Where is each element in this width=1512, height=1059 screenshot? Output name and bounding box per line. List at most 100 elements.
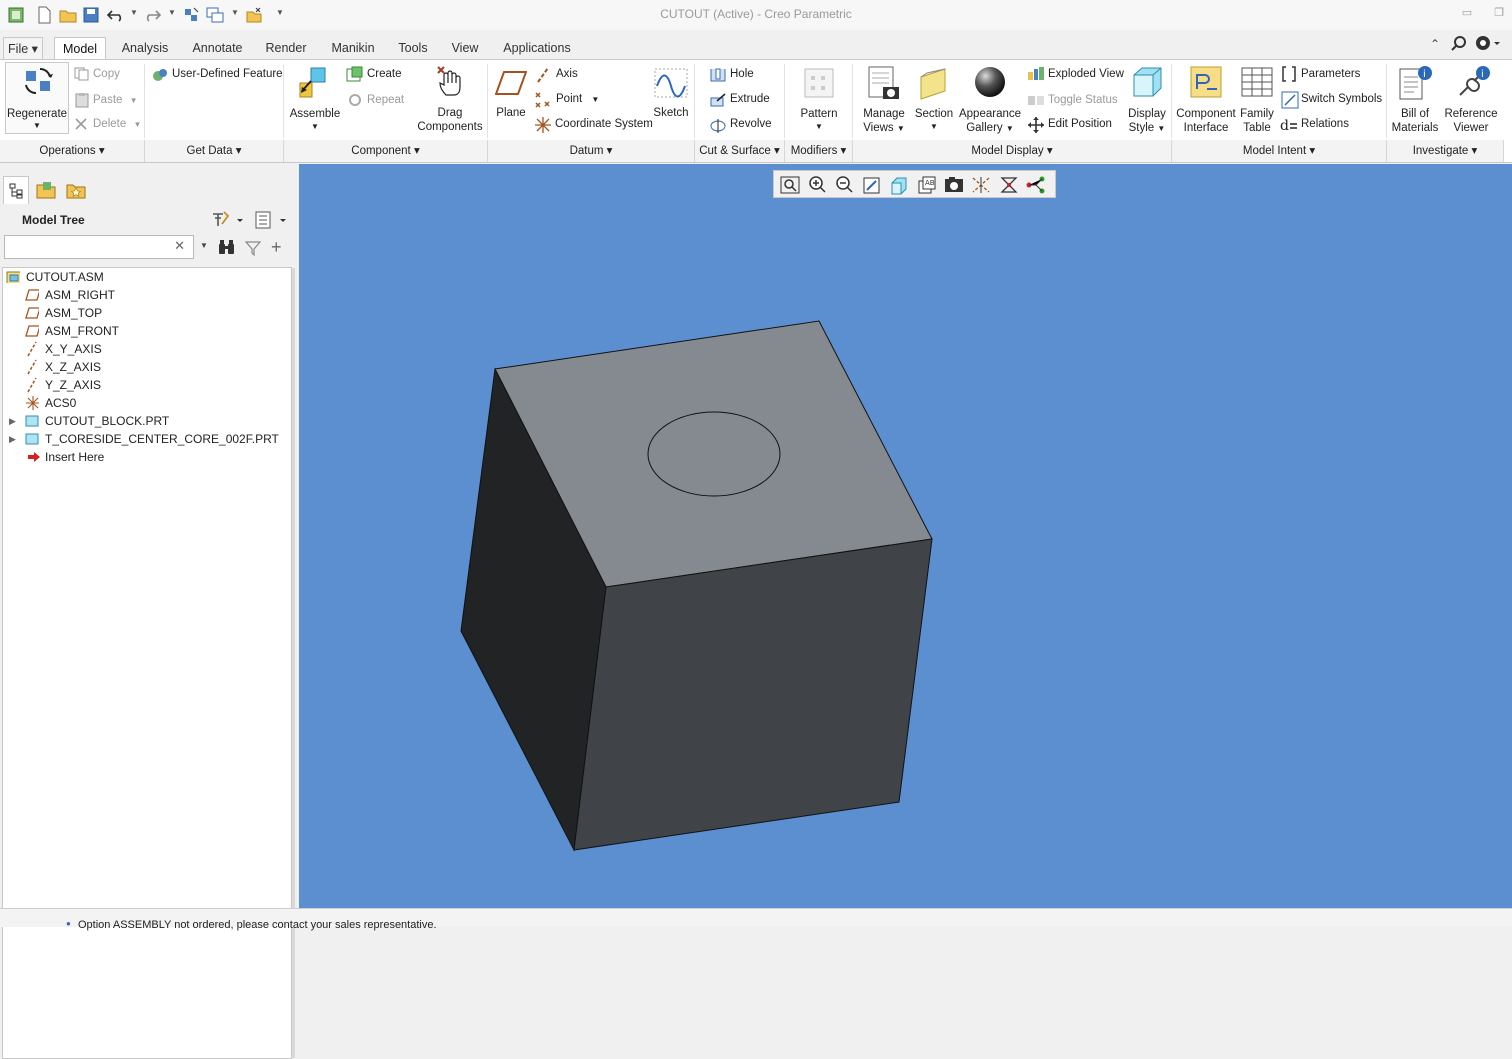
- tab-view[interactable]: View: [443, 37, 487, 60]
- tab-tools[interactable]: Tools: [390, 37, 436, 60]
- filter-icon[interactable]: [244, 240, 262, 259]
- coordinate-system-icon: [535, 117, 551, 133]
- minimize-icon[interactable]: ▭: [1458, 6, 1476, 22]
- tree-scrollbar[interactable]: [292, 268, 295, 1058]
- hole-button[interactable]: Hole: [730, 68, 754, 80]
- revolve-icon: [710, 119, 726, 133]
- family-table-button[interactable]: Family Table: [1238, 62, 1276, 134]
- section-button[interactable]: Section ▼: [912, 62, 956, 134]
- folder-browser-icon: [36, 182, 56, 199]
- axis-button[interactable]: Axis: [556, 68, 578, 80]
- extrude-button[interactable]: Extrude: [730, 93, 770, 105]
- create-icon: [346, 66, 363, 82]
- drag-components-button[interactable]: Drag Components: [416, 62, 484, 134]
- separator: [144, 64, 145, 138]
- regenerate-dropdown-icon[interactable]: ▼: [6, 119, 68, 133]
- relations-button[interactable]: Relations: [1301, 118, 1349, 130]
- assemble-dropdown-icon[interactable]: ▼: [288, 120, 342, 134]
- copy-icon: [74, 67, 89, 81]
- plane-icon: [495, 71, 527, 95]
- component-interface-icon: [1190, 66, 1222, 98]
- group-model-intent[interactable]: Model Intent ▾: [1172, 140, 1387, 162]
- delete-button[interactable]: Delete ▼: [93, 118, 141, 130]
- separator: [1171, 64, 1172, 138]
- group-datum[interactable]: Datum ▾: [488, 140, 695, 162]
- clear-search-icon[interactable]: ✕: [174, 238, 185, 254]
- drag-hand-icon: [437, 66, 461, 96]
- status-message: Option ASSEMBLY not ordered, please cont…: [78, 919, 437, 931]
- restore-icon[interactable]: ❐: [1490, 6, 1508, 22]
- exploded-view-button[interactable]: Exploded View: [1048, 68, 1124, 80]
- toggle-status-icon: [1028, 96, 1044, 105]
- edit-position-button[interactable]: Edit Position: [1048, 118, 1112, 130]
- paste-button[interactable]: Paste ▼: [93, 94, 138, 106]
- section-dropdown-icon[interactable]: ▼: [912, 120, 956, 134]
- favorites-tab[interactable]: [63, 177, 89, 203]
- expand-icon[interactable]: ▶: [9, 412, 16, 430]
- create-button[interactable]: Create: [367, 68, 402, 80]
- tab-model[interactable]: Model: [54, 37, 106, 60]
- relations-icon: d: [1280, 118, 1297, 133]
- datum-axis-icon: [27, 359, 37, 375]
- regenerate-button[interactable]: Regenerate ▼: [5, 62, 69, 134]
- minimize-ribbon-icon[interactable]: ⌃: [1430, 37, 1440, 51]
- manage-views-button[interactable]: Manage Views ▼: [858, 62, 910, 134]
- pattern-button[interactable]: Pattern ▼: [796, 62, 842, 134]
- display-style-button[interactable]: Display Style ▼: [1124, 62, 1170, 134]
- point-button[interactable]: Point ▼: [556, 93, 599, 105]
- group-operations[interactable]: Operations ▾: [0, 140, 145, 162]
- group-component[interactable]: Component ▾: [284, 140, 488, 162]
- datum-plane-icon: [25, 307, 39, 319]
- revolve-button[interactable]: Revolve: [730, 118, 772, 130]
- search-help-icon[interactable]: [1451, 35, 1467, 54]
- reference-viewer-button[interactable]: i Reference Viewer: [1442, 62, 1500, 134]
- expand-icon[interactable]: ▶: [9, 430, 16, 448]
- component-interface-button[interactable]: Component Interface: [1176, 62, 1236, 134]
- group-model-display[interactable]: Model Display ▾: [853, 140, 1172, 162]
- bill-of-materials-button[interactable]: i Bill of Materials: [1390, 62, 1440, 134]
- copy-button[interactable]: Copy: [93, 68, 120, 80]
- tab-analysis[interactable]: Analysis: [112, 37, 178, 60]
- sketch-icon: [654, 68, 688, 98]
- model-tree: CUTOUT.ASM ASM_RIGHT ASM_TOP ASM_FRONT X…: [2, 267, 295, 1059]
- tree-search-input[interactable]: ✕: [4, 235, 194, 259]
- group-modifiers[interactable]: Modifiers ▾: [785, 140, 853, 162]
- tab-file[interactable]: File ▾: [3, 37, 43, 60]
- datum-axis-icon: [27, 341, 37, 357]
- help-icon[interactable]: [1474, 35, 1500, 54]
- add-column-icon[interactable]: +: [271, 238, 282, 256]
- search-dropdown-icon[interactable]: ▼: [200, 241, 208, 250]
- appearance-gallery-button[interactable]: Appearance Gallery ▼: [958, 62, 1022, 134]
- tab-annotate[interactable]: Annotate: [184, 37, 251, 60]
- plane-button[interactable]: Plane: [492, 62, 530, 134]
- assemble-button[interactable]: Assemble ▼: [288, 62, 342, 134]
- folder-browser-tab[interactable]: [33, 177, 59, 203]
- show-options-icon[interactable]: [254, 210, 290, 233]
- switch-symbols-button[interactable]: Switch Symbols: [1301, 93, 1382, 105]
- regenerate-icon: [25, 67, 53, 95]
- find-binoculars-icon[interactable]: [218, 239, 236, 258]
- svg-text:i: i: [1423, 69, 1426, 80]
- group-investigate[interactable]: Investigate ▾: [1387, 140, 1504, 162]
- tree-settings-icon[interactable]: [210, 210, 250, 233]
- repeat-button[interactable]: Repeat: [367, 94, 404, 106]
- separator: [283, 64, 284, 138]
- family-table-icon: [1241, 67, 1273, 97]
- pattern-dropdown-icon[interactable]: ▼: [796, 120, 842, 134]
- tab-render[interactable]: Render: [258, 37, 314, 60]
- model-tree-tab[interactable]: [3, 176, 29, 204]
- datum-axis-icon: [27, 377, 37, 393]
- parameters-button[interactable]: Parameters: [1301, 68, 1360, 80]
- graphics-window[interactable]: AB: [299, 164, 1512, 908]
- toggle-status-button[interactable]: Toggle Status: [1048, 94, 1118, 106]
- sketch-button[interactable]: Sketch: [650, 62, 692, 134]
- 3d-model-cube[interactable]: [299, 164, 1512, 908]
- coordinate-system-button[interactable]: Coordinate System: [555, 118, 653, 130]
- appearance-sphere-icon: [975, 67, 1005, 97]
- udf-icon: [153, 69, 167, 81]
- tab-manikin[interactable]: Manikin: [322, 37, 384, 60]
- tab-applications[interactable]: Applications: [494, 37, 580, 60]
- group-get-data[interactable]: Get Data ▾: [145, 140, 284, 162]
- group-cut-surface[interactable]: Cut & Surface ▾: [695, 140, 785, 162]
- user-defined-feature-button[interactable]: User-Defined Feature: [172, 68, 283, 80]
